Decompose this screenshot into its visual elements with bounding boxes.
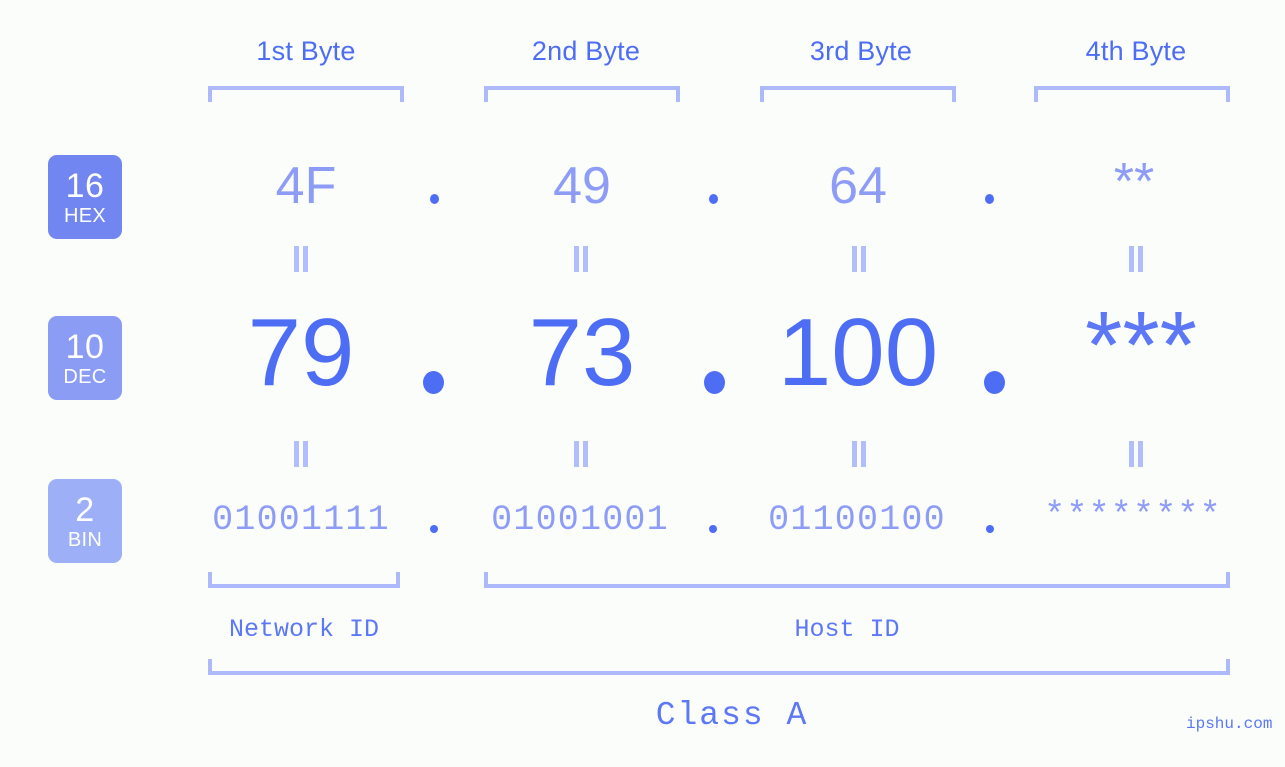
- bin-byte-1: 01001111: [212, 500, 390, 540]
- hex-separator-dot-3: [985, 194, 994, 204]
- host-id-label: Host ID: [794, 615, 900, 644]
- radix-badge-bin: 2 BIN: [48, 479, 122, 563]
- watermark-label: ipshu.com: [1186, 715, 1273, 733]
- equals-marker-hex-dec-1: [293, 246, 309, 272]
- host-id-bracket: [484, 572, 1230, 588]
- radix-badge-hex: 16 HEX: [48, 155, 122, 239]
- bin-byte-2: 01001001: [491, 500, 669, 540]
- byte-header-4: 4th Byte: [1085, 36, 1187, 66]
- network-id-label: Network ID: [228, 615, 380, 644]
- byte-bracket-1: [208, 86, 404, 102]
- equals-marker-hex-dec-4: [1128, 246, 1144, 272]
- radix-badge-dec-name: DEC: [63, 365, 107, 388]
- bin-separator-dot-1: [430, 525, 438, 533]
- hex-byte-3: 64: [829, 157, 887, 215]
- dec-separator-dot-3: [984, 371, 1005, 394]
- equals-marker-hex-dec-2: [573, 246, 589, 272]
- hex-byte-2: 49: [553, 157, 611, 215]
- equals-marker-dec-bin-4: [1128, 441, 1144, 467]
- dec-byte-2: 73: [528, 299, 636, 406]
- dec-byte-4: ***: [1084, 292, 1198, 399]
- radix-badge-bin-name: BIN: [67, 528, 103, 551]
- equals-marker-dec-bin-2: [573, 441, 589, 467]
- bin-byte-4: ********: [1044, 496, 1222, 536]
- hex-separator-dot-1: [430, 194, 439, 204]
- dec-byte-3: 100: [777, 299, 939, 406]
- radix-badge-hex-name: HEX: [63, 204, 107, 227]
- bin-separator-dot-2: [709, 525, 717, 533]
- bin-separator-dot-3: [986, 525, 994, 533]
- byte-header-3: 3rd Byte: [809, 36, 913, 66]
- dec-separator-dot-2: [704, 371, 725, 394]
- radix-badge-dec-number: 10: [65, 327, 105, 366]
- equals-marker-dec-bin-3: [851, 441, 867, 467]
- hex-byte-1: 4F: [275, 157, 337, 215]
- bin-byte-3: 01100100: [768, 500, 946, 540]
- radix-badge-bin-number: 2: [75, 490, 95, 529]
- byte-header-1: 1st Byte: [256, 36, 356, 66]
- radix-badge-dec: 10 DEC: [48, 316, 122, 400]
- class-bracket: [208, 659, 1230, 675]
- equals-marker-hex-dec-3: [851, 246, 867, 272]
- byte-bracket-3: [760, 86, 956, 102]
- hex-byte-4: **: [1113, 153, 1155, 211]
- byte-header-2: 2nd Byte: [531, 36, 641, 66]
- dec-byte-1: 79: [247, 299, 355, 406]
- dec-separator-dot-1: [423, 371, 444, 394]
- byte-bracket-4: [1034, 86, 1230, 102]
- class-label: Class A: [655, 697, 809, 734]
- radix-badge-hex-number: 16: [65, 166, 105, 205]
- network-id-bracket: [208, 572, 400, 588]
- equals-marker-dec-bin-1: [293, 441, 309, 467]
- hex-separator-dot-2: [709, 194, 718, 204]
- ip-address-breakdown-diagram: 1st Byte 2nd Byte 3rd Byte 4th Byte 16 H…: [0, 0, 1285, 767]
- byte-bracket-2: [484, 86, 680, 102]
